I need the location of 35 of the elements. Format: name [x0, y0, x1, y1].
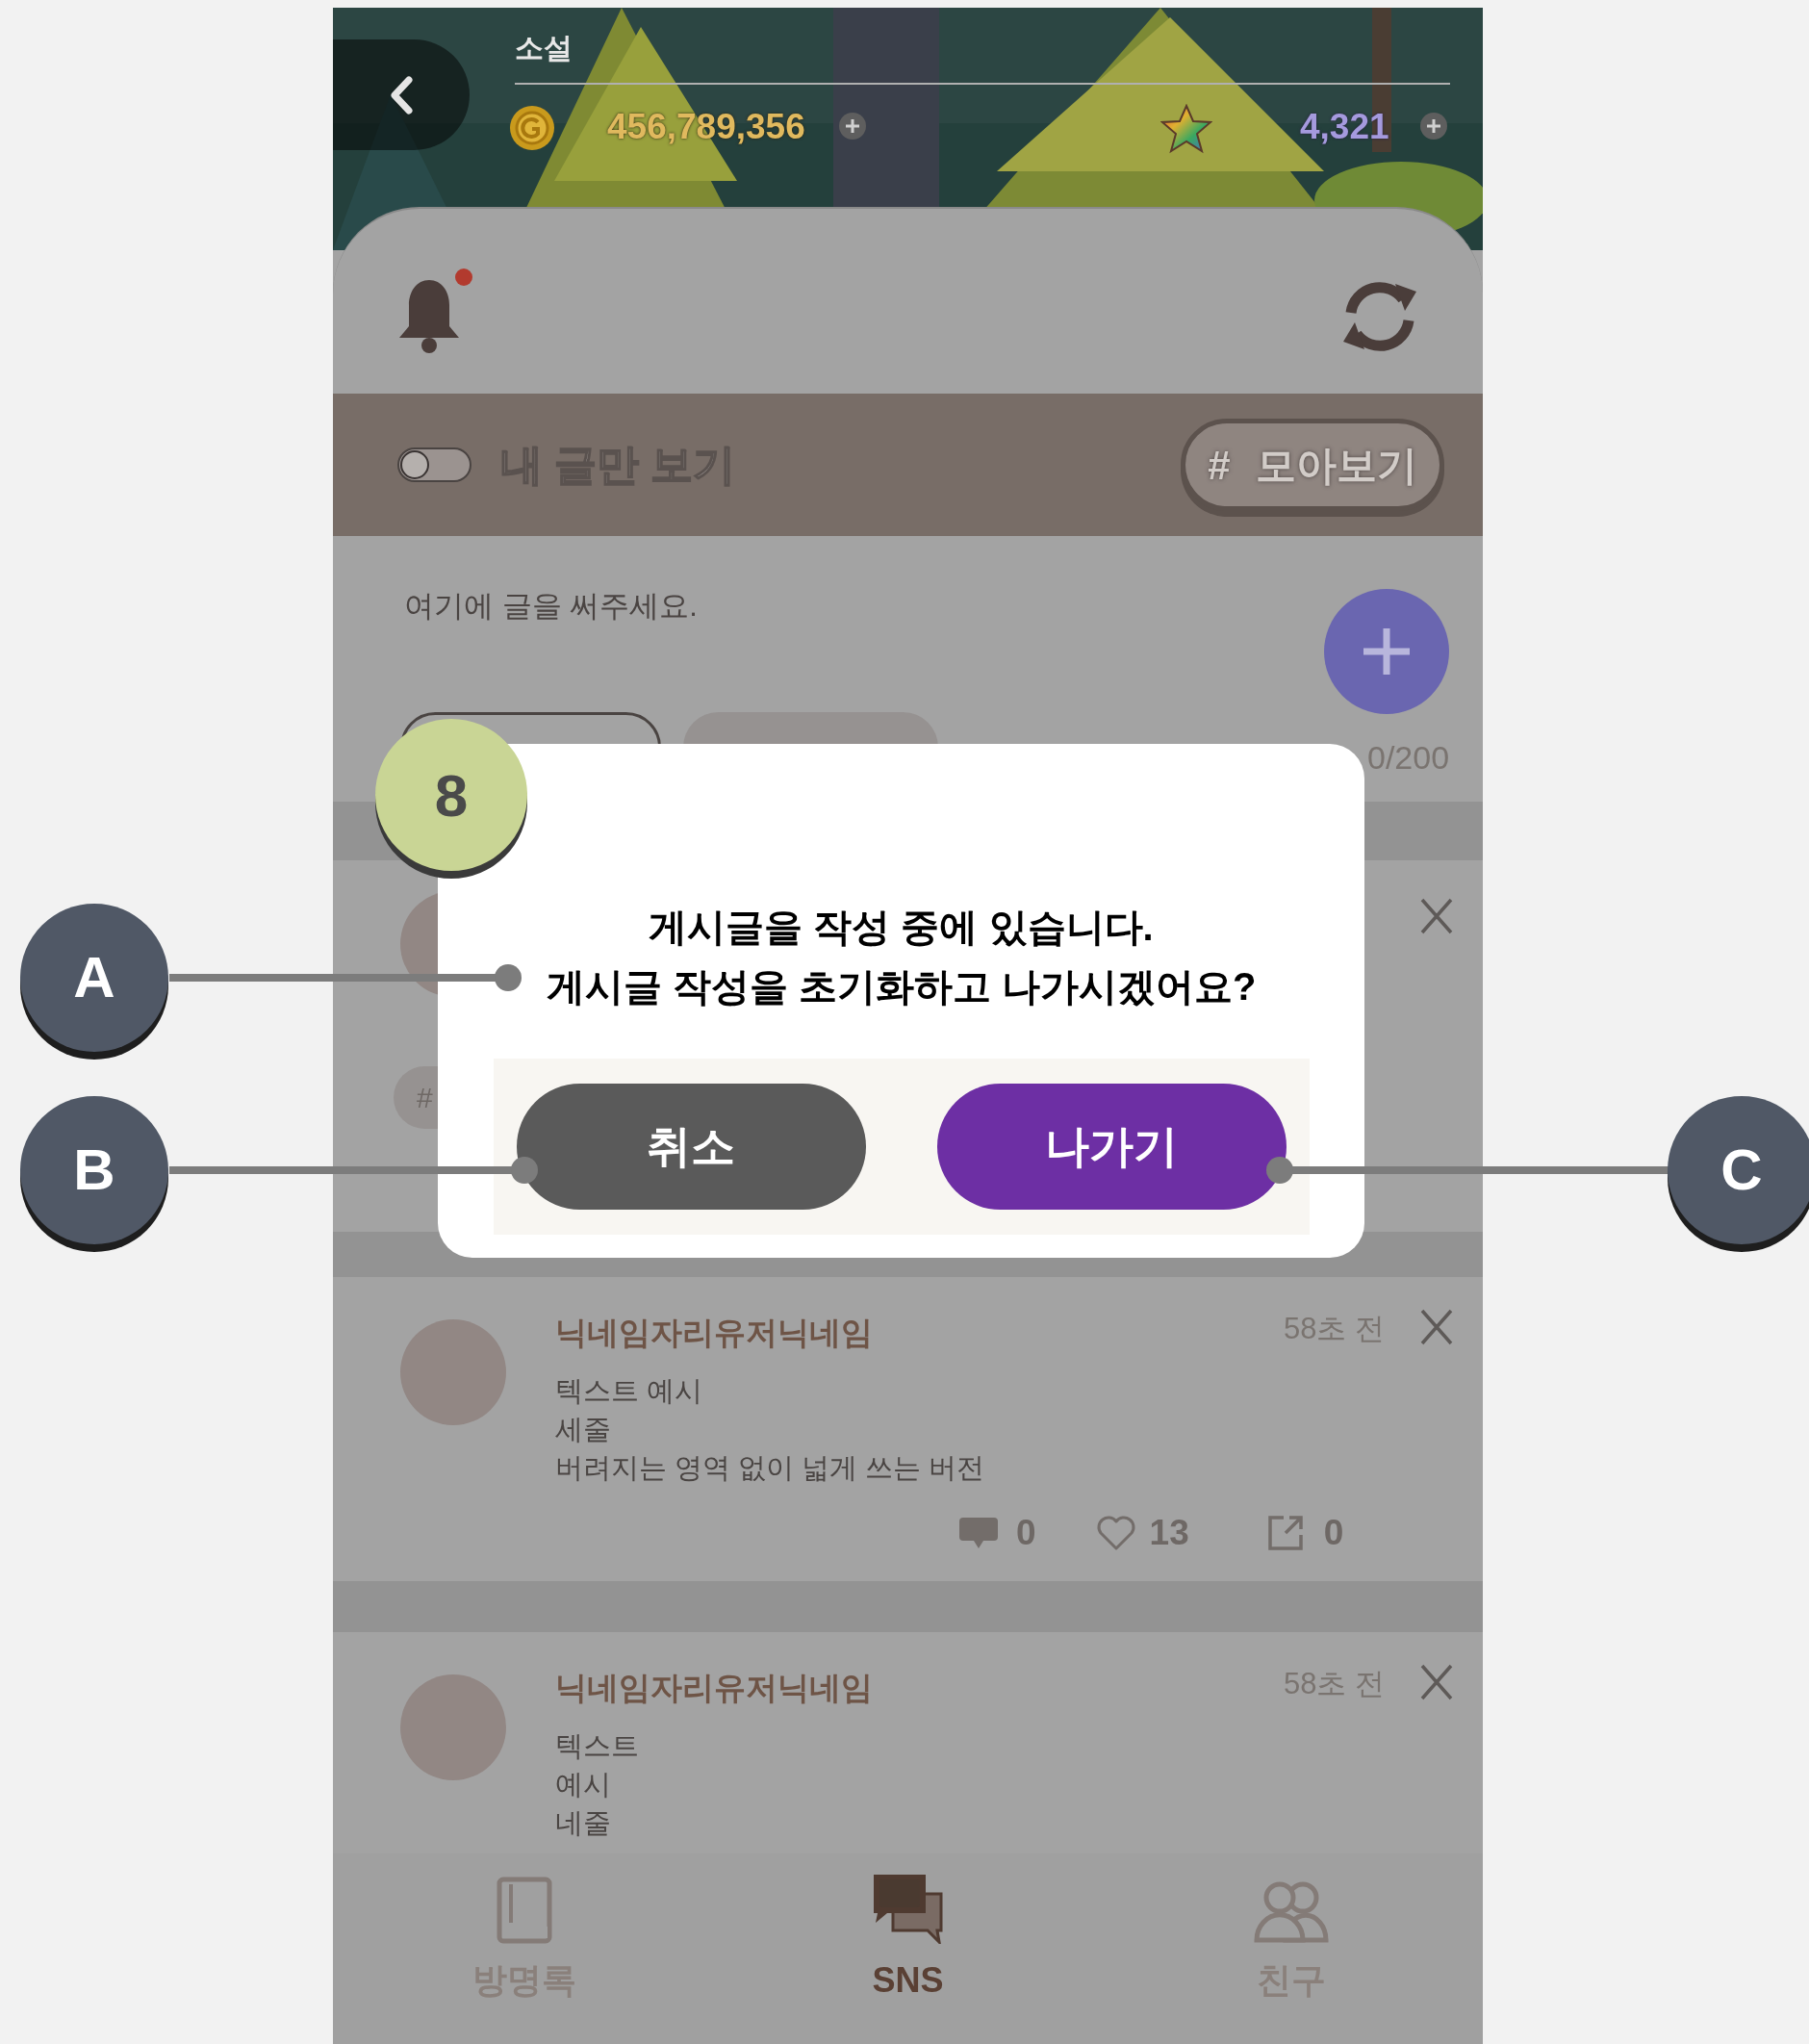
comment-count-button[interactable]: 0 — [958, 1506, 1036, 1560]
like-count-button[interactable]: 13 — [1095, 1506, 1189, 1560]
book-icon — [496, 1877, 554, 1944]
dialog-message-line: 게시글을 작성 중에 있습니다. — [649, 905, 1154, 950]
share-icon — [1265, 1513, 1305, 1552]
nickname: 닉네임자리유저닉네임 — [555, 1669, 873, 1707]
post-text-line: 예시 — [555, 1768, 612, 1801]
star-amount: 4,321 — [1300, 106, 1389, 148]
post-text-line: 버려지는 영역 없이 넓게 쓰는 버전 — [555, 1451, 985, 1485]
hash-label: # — [1208, 441, 1231, 490]
nav-tab[interactable]: SNS — [716, 1853, 1100, 2044]
back-icon — [389, 75, 414, 115]
share-count-button[interactable]: 0 — [1265, 1506, 1344, 1560]
post-text-line: 세줄 — [555, 1413, 612, 1446]
dialog-message-line: 게시글 작성을 초기화하고 나가시겠어요? — [546, 964, 1257, 1009]
close-icon[interactable] — [1419, 897, 1454, 935]
coin-icon — [508, 104, 556, 152]
back-button[interactable] — [333, 39, 470, 150]
post-text-line: 텍스트 예시 — [555, 1374, 704, 1408]
star-icon — [1160, 104, 1212, 154]
toggle-switch[interactable] — [397, 447, 471, 482]
close-icon[interactable] — [1419, 1308, 1454, 1346]
collect-label: 모아보기 — [1255, 441, 1417, 490]
cancel-button[interactable]: 취소 — [516, 1084, 866, 1210]
nickname: 닉네임자리유저닉네임 — [555, 1314, 873, 1352]
add-icon[interactable] — [838, 112, 867, 141]
page-title: 소설 — [515, 31, 573, 65]
heart-icon — [1095, 1514, 1136, 1551]
close-icon[interactable] — [1419, 1663, 1454, 1701]
exit-button[interactable]: 나가기 — [936, 1084, 1287, 1210]
add-icon[interactable] — [1419, 112, 1448, 141]
post-input-field[interactable]: 여기에 글을 써주세요. — [404, 584, 1232, 642]
friends-icon — [1252, 1880, 1330, 1944]
post-text-line: 텍스트 — [555, 1729, 639, 1763]
post-text-line: 네줄 — [555, 1806, 612, 1840]
